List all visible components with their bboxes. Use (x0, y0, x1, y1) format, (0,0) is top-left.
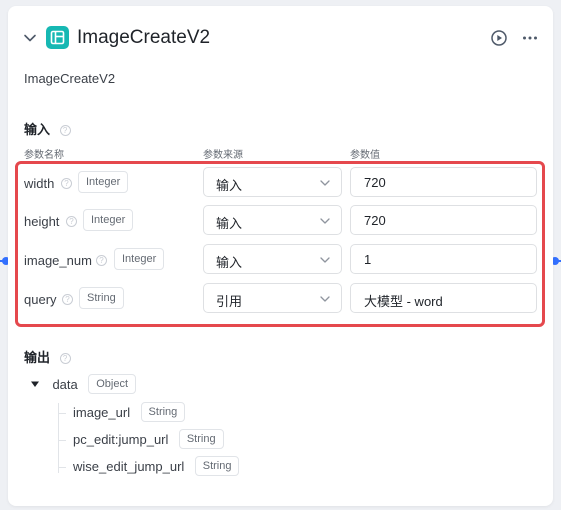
param-name: height (24, 214, 60, 229)
param-type-badge: String (79, 287, 124, 309)
column-header-value: 参数值 (350, 150, 380, 161)
param-source-select[interactable]: 输入 (203, 244, 342, 274)
tree-branch-line (58, 467, 66, 468)
param-value-input[interactable]: 720 (350, 205, 537, 235)
param-source-select[interactable]: 引用 (203, 283, 342, 313)
help-icon[interactable] (66, 216, 77, 227)
param-row-query: query String 引用 大模型 - word (8, 283, 553, 317)
param-value-text: 1 (364, 252, 372, 267)
help-icon[interactable] (59, 125, 71, 137)
param-value-text: 大模型 - word (364, 294, 443, 309)
output-child-row: wise_edit_jump_url String (73, 456, 240, 478)
param-value-input[interactable]: 大模型 - word (350, 283, 537, 313)
param-type-badge: Integer (114, 248, 165, 270)
param-type-badge: Integer (83, 209, 134, 231)
select-value: 引用 (216, 294, 243, 309)
output-root-row[interactable]: data Object (30, 374, 137, 396)
param-row-width: width Integer 输入 720 (8, 167, 553, 201)
output-section-title: 输出 (24, 347, 71, 366)
output-field-name: pc_edit:jump_url (73, 431, 169, 447)
column-header-name: 参数名称 (24, 150, 64, 161)
help-icon[interactable] (61, 178, 72, 189)
output-type-badge: String (140, 402, 186, 422)
param-name: image_num (24, 253, 92, 268)
input-title-label: 输入 (24, 122, 51, 137)
help-icon[interactable] (62, 294, 73, 305)
more-dots-icon[interactable] (520, 28, 540, 48)
param-value-input[interactable]: 720 (350, 167, 537, 197)
output-field-name: image_url (73, 404, 131, 420)
param-type-badge: Integer (78, 171, 129, 193)
help-icon[interactable] (59, 353, 71, 365)
param-value-text: 720 (364, 175, 386, 190)
param-value-text: 720 (364, 213, 386, 228)
output-type-badge: Object (88, 374, 137, 394)
output-field-name: data (52, 376, 78, 392)
node-title: ImageCreateV2 (77, 27, 211, 48)
param-source-select[interactable]: 输入 (203, 167, 342, 197)
select-value: 输入 (216, 255, 243, 270)
param-name: query (24, 292, 57, 307)
tree-branch-line (58, 413, 66, 414)
output-type-badge: String (194, 456, 240, 476)
node-description: ImageCreateV2 (24, 71, 116, 86)
chevron-down-icon (320, 180, 330, 186)
chevron-down-icon (320, 218, 330, 224)
output-title-label: 输出 (24, 350, 51, 365)
param-row-image-num: image_num Integer 输入 1 (8, 244, 553, 278)
node-card[interactable]: ImageCreateV2 ImageCreateV2 输入 参数名称 参数来源… (8, 6, 553, 506)
param-value-input[interactable]: 1 (350, 244, 537, 274)
chevron-down-icon (320, 257, 330, 263)
output-child-row: pc_edit:jump_url String (73, 429, 224, 451)
input-section-title: 输入 (24, 119, 71, 138)
play-circle-icon[interactable] (489, 28, 509, 48)
help-icon[interactable] (96, 255, 107, 266)
output-field-name: wise_edit_jump_url (73, 458, 185, 474)
param-name: width (24, 176, 55, 191)
param-row-height: height Integer 输入 720 (8, 205, 553, 239)
param-source-select[interactable]: 输入 (203, 205, 342, 235)
select-value: 输入 (216, 178, 243, 193)
tree-branch-line (58, 440, 66, 441)
caret-down-icon[interactable] (30, 379, 40, 389)
output-type-badge: String (178, 429, 224, 449)
node-header: ImageCreateV2 (8, 22, 553, 54)
app-layout-icon (46, 26, 69, 49)
chevron-down-icon[interactable] (22, 30, 38, 46)
output-child-row: image_url String (73, 402, 186, 424)
chevron-down-icon (320, 296, 330, 302)
column-header-source: 参数来源 (203, 150, 243, 161)
select-value: 输入 (216, 216, 243, 231)
